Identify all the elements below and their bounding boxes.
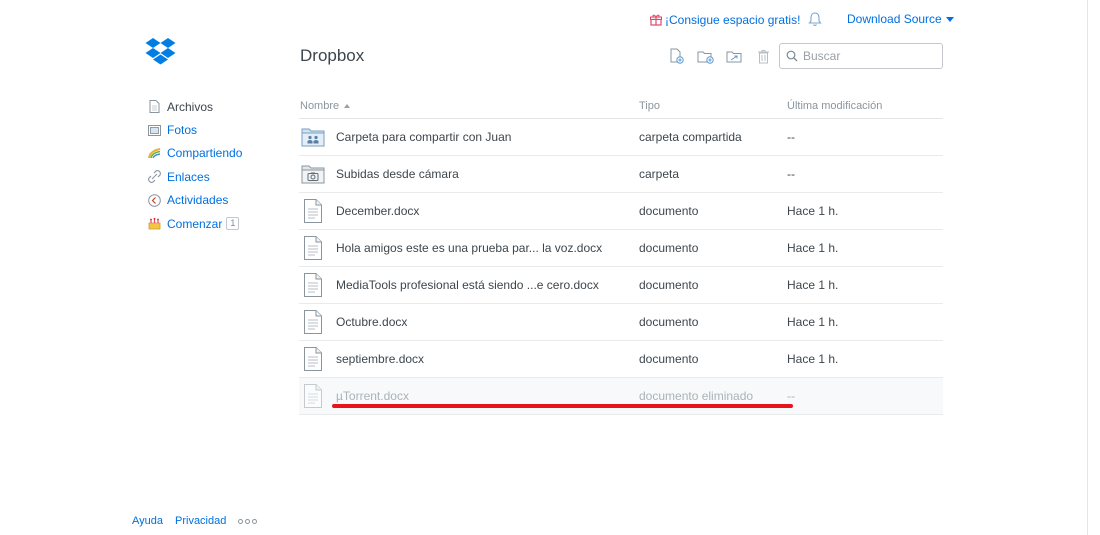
sidebar-item-label: Compartiendo	[167, 146, 243, 161]
file-modified: --	[787, 167, 795, 181]
red-annotation-underline	[332, 404, 793, 408]
files-icon	[148, 100, 161, 114]
footer: Ayuda Privacidad	[132, 515, 258, 527]
column-header-modified[interactable]: Última modificación	[787, 100, 943, 112]
document-icon	[301, 309, 325, 335]
file-type: documento	[639, 278, 699, 292]
file-name: MediaTools profesional está siendo ...e …	[336, 278, 599, 292]
sidebar-item-label: Fotos	[167, 123, 198, 138]
file-modified: Hace 1 h.	[787, 315, 839, 329]
sidebar-item-archivos[interactable]: Archivos	[148, 95, 242, 118]
sidebar-item-label: Enlaces	[167, 169, 210, 184]
file-type: carpeta	[639, 167, 680, 181]
file-type: documento	[639, 241, 699, 255]
table-row[interactable]: MediaTools profesional está siendo ...e …	[299, 267, 943, 304]
file-type: documento	[639, 204, 699, 218]
table-row[interactable]: Subidas desde cámara carpeta --	[299, 156, 943, 193]
sidebar-nav: Archivos Fotos Compartiendo Enlaces Acti…	[148, 95, 242, 235]
dropbox-logo-icon	[145, 38, 176, 65]
shared-folder-icon	[726, 51, 741, 62]
photos-icon	[148, 124, 161, 137]
bell-icon	[808, 12, 822, 27]
sidebar-item-label: Actividades	[167, 193, 229, 208]
sidebar-item-comenzar[interactable]: Comenzar 1	[148, 212, 242, 235]
document-icon	[301, 235, 325, 261]
get-started-icon	[148, 217, 161, 230]
count-badge: 1	[226, 217, 240, 231]
chevron-down-icon	[945, 16, 954, 22]
delete-button[interactable]	[754, 47, 772, 65]
file-name: µTorrent.docx	[336, 389, 409, 403]
table-row[interactable]: Octubre.docx documento Hace 1 h.	[299, 304, 943, 341]
file-list: Nombre Tipo Última modificación Carpeta …	[299, 93, 943, 415]
sort-ascending-icon	[344, 103, 351, 108]
account-menu[interactable]: Download Source	[847, 12, 954, 26]
upload-button[interactable]	[667, 47, 685, 65]
search-input[interactable]	[803, 49, 933, 63]
table-header: Nombre Tipo Última modificación	[299, 93, 943, 119]
more-options-icon[interactable]	[238, 518, 258, 524]
document-icon	[301, 383, 325, 409]
page-title: Dropbox	[300, 46, 365, 65]
links-icon	[148, 170, 161, 184]
sidebar-item-compartiendo[interactable]: Compartiendo	[148, 142, 242, 165]
sidebar-item-fotos[interactable]: Fotos	[148, 118, 242, 141]
file-name: Octubre.docx	[336, 315, 408, 329]
notifications-button[interactable]	[808, 11, 822, 32]
file-modified: --	[787, 389, 795, 403]
column-header-name[interactable]: Nombre	[299, 100, 639, 112]
sharing-icon	[148, 147, 161, 160]
sidebar-item-label: Archivos	[167, 99, 214, 114]
file-name: Carpeta para compartir con Juan	[336, 130, 512, 144]
dropbox-logo[interactable]	[145, 38, 176, 71]
table-row-deleted[interactable]: µTorrent.docx documento eliminado --	[299, 378, 943, 415]
table-row[interactable]: septiembre.docx documento Hace 1 h.	[299, 341, 943, 378]
file-name: December.docx	[336, 204, 420, 218]
file-type: documento eliminado	[639, 389, 754, 403]
sidebar-item-actividades[interactable]: Actividades	[148, 189, 242, 212]
column-header-type[interactable]: Tipo	[639, 100, 787, 112]
table-row[interactable]: Carpeta para compartir con Juan carpeta …	[299, 119, 943, 156]
new-folder-icon	[697, 51, 714, 64]
file-type: carpeta compartida	[639, 130, 742, 144]
table-row[interactable]: December.docx documento Hace 1 h.	[299, 193, 943, 230]
document-icon	[301, 346, 325, 372]
file-type: documento	[639, 315, 699, 329]
help-link[interactable]: Ayuda	[132, 515, 163, 527]
file-type: documento	[639, 352, 699, 366]
file-name: Hola amigos este es una prueba par... la…	[336, 241, 603, 255]
new-folder-button[interactable]	[696, 47, 714, 65]
document-icon	[301, 198, 325, 224]
privacy-link[interactable]: Privacidad	[175, 515, 226, 527]
activity-icon	[148, 193, 161, 207]
camera-folder-icon	[301, 161, 325, 187]
document-icon	[301, 272, 325, 298]
file-toolbar	[667, 47, 772, 65]
shared-folder-icon	[301, 124, 325, 150]
sidebar-item-label: Comenzar	[167, 216, 223, 231]
free-space-link[interactable]: ¡Consigue espacio gratis!	[650, 12, 800, 28]
page-edge-divider	[1087, 0, 1088, 535]
file-modified: --	[787, 130, 795, 144]
free-space-label: ¡Consigue espacio gratis!	[665, 13, 801, 27]
upload-file-icon	[670, 48, 684, 64]
file-modified: Hace 1 h.	[787, 278, 839, 292]
sidebar-item-enlaces[interactable]: Enlaces	[148, 165, 242, 188]
file-modified: Hace 1 h.	[787, 241, 839, 255]
file-modified: Hace 1 h.	[787, 204, 839, 218]
gift-icon	[650, 14, 662, 26]
table-row[interactable]: Hola amigos este es una prueba par... la…	[299, 230, 943, 267]
file-name: Subidas desde cámara	[336, 167, 459, 181]
file-modified: Hace 1 h.	[787, 352, 839, 366]
search-box[interactable]	[779, 43, 943, 69]
file-name: septiembre.docx	[336, 352, 425, 366]
account-name: Download Source	[847, 12, 942, 26]
share-folder-button[interactable]	[725, 47, 743, 65]
search-icon	[786, 50, 798, 62]
delete-icon	[757, 49, 769, 63]
